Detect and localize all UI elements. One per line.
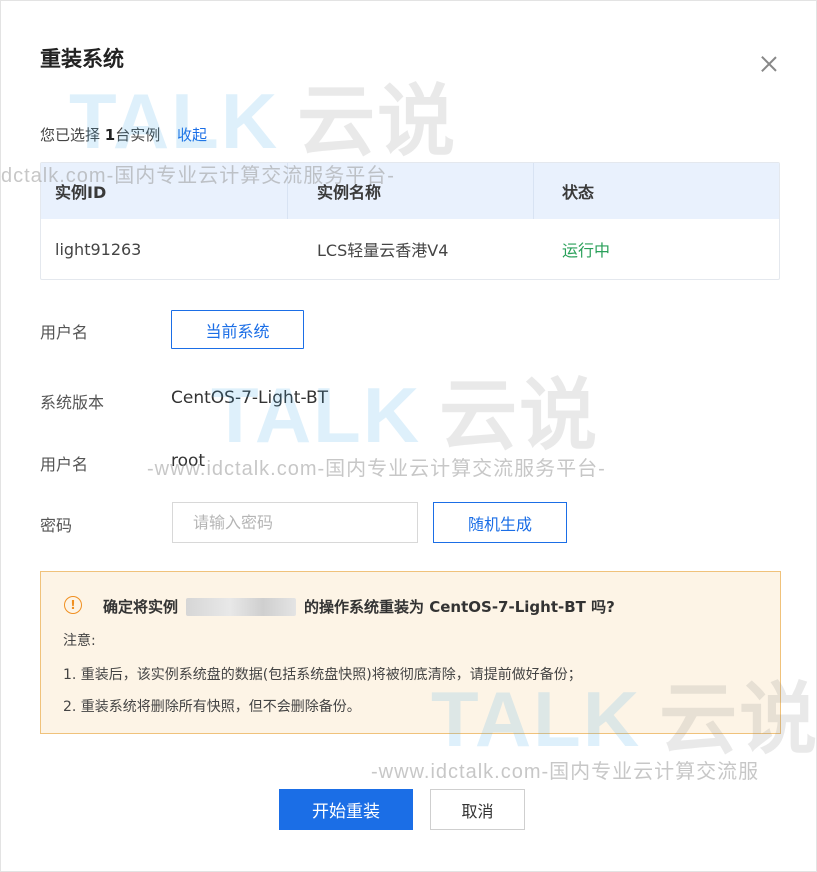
table-row: light91263 LCS轻量云香港V4 运行中 — [41, 219, 779, 279]
username-value: root — [171, 451, 206, 471]
column-header-status: 状态 — [562, 183, 595, 202]
watermark-logo-top: TALK 云说 — [9, 59, 457, 171]
current-system-label: 用户名 — [40, 323, 89, 342]
start-reinstall-button[interactable]: 开始重装 — [279, 789, 413, 830]
warning-note-title: 注意: — [63, 633, 96, 649]
warning-message: 确定将实例 的操作系统重装为 CentOS-7-Light-BT 吗? — [103, 596, 615, 617]
watermark-logo-cn: 云说 — [439, 371, 600, 459]
column-header-instance-id: 实例ID — [41, 163, 288, 219]
cell-instance-id: light91263 — [55, 239, 142, 259]
cell-status: 运行中 — [562, 241, 611, 260]
warning-note-1: 1. 重装后，该实例系统盘的数据(包括系统盘快照)将被彻底清除，请提前做好备份； — [63, 667, 582, 683]
selection-count: 1 — [104, 126, 116, 144]
alert-circle-icon: ! — [64, 596, 82, 614]
os-version-label: 系统版本 — [40, 393, 105, 412]
watermark-logo-text: TALK — [69, 77, 280, 165]
table-header: 实例ID 实例名称 状态 — [41, 163, 779, 219]
warning-prefix: 确定将实例 — [103, 598, 179, 616]
username-label: 用户名 — [40, 455, 89, 474]
selection-suffix: 台实例 — [115, 126, 161, 144]
masked-instance-id — [186, 597, 297, 616]
watermark-logo-cn: 云说 — [297, 77, 458, 165]
watermark-subtitle-middle: -www.idctalk.com-国内专业云计算交流服务平台- — [147, 458, 606, 480]
cell-instance-name: LCS轻量云香港V4 — [317, 241, 449, 260]
collapse-link[interactable]: 收起 — [177, 126, 207, 144]
selection-prefix: 您已选择 — [40, 126, 101, 144]
close-icon[interactable] — [757, 52, 781, 76]
cancel-button[interactable]: 取消 — [430, 789, 525, 830]
password-input[interactable] — [172, 502, 418, 543]
warning-box: ! 确定将实例 的操作系统重装为 CentOS-7-Light-BT 吗? 注意… — [40, 571, 781, 734]
warning-note-2: 2. 重装系统将删除所有快照，但不会删除备份。 — [63, 699, 361, 715]
selection-summary: 您已选择 1台实例 收起 — [40, 124, 207, 145]
os-version-value: CentOS-7-Light-BT — [171, 388, 329, 408]
column-header-instance-name: 实例名称 — [288, 163, 534, 219]
watermark-logo-text: TALK — [211, 371, 422, 459]
password-label: 密码 — [40, 516, 73, 535]
random-generate-button[interactable]: 随机生成 — [433, 502, 567, 543]
instance-table: 实例ID 实例名称 状态 light91263 LCS轻量云香港V4 运行中 — [40, 162, 780, 280]
reinstall-dialog: 重装系统 您已选择 1台实例 收起 实例ID 实例名称 状态 light9126… — [0, 0, 817, 872]
watermark-logo-middle: TALK 云说 — [141, 353, 599, 465]
watermark-subtitle-bottom: -www.idctalk.com-国内专业云计算交流服 — [371, 761, 760, 783]
warning-suffix: 的操作系统重装为 CentOS-7-Light-BT 吗? — [304, 598, 615, 616]
dialog-title: 重装系统 — [40, 47, 124, 71]
current-system-button[interactable]: 当前系统 — [171, 310, 304, 349]
